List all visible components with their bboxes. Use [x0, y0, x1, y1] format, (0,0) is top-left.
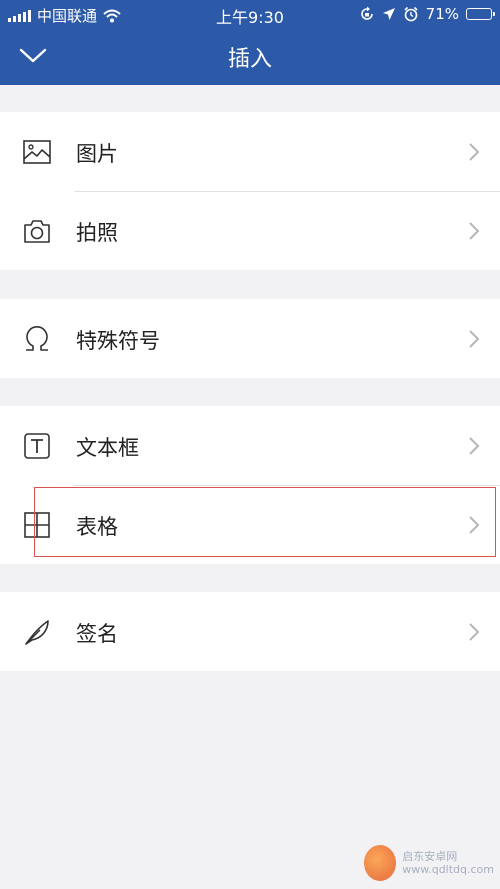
chevron-right-icon	[469, 222, 480, 240]
menu-group-symbols: 特殊符号	[0, 299, 500, 378]
watermark: 启东安卓网 www.qdltdq.com	[364, 841, 494, 885]
alarm-icon	[404, 6, 418, 22]
chevron-right-icon	[469, 516, 480, 534]
menu-group-media: 图片 拍照	[0, 112, 500, 270]
watermark-text: 启东安卓网 www.qdltdq.com	[402, 850, 494, 876]
chevron-down-icon	[19, 48, 47, 63]
menu-item-label: 图片	[76, 142, 118, 166]
menu-item-textbox[interactable]: 文本框	[0, 406, 500, 485]
table-icon	[24, 512, 50, 538]
collapse-button[interactable]	[16, 40, 50, 72]
rotation-lock-icon	[360, 6, 373, 20]
battery-percent: 71%	[425, 5, 459, 23]
menu-item-special-symbols[interactable]: 特殊符号	[0, 299, 500, 378]
omega-icon	[26, 326, 48, 351]
status-right: 71%	[359, 5, 495, 23]
watermark-url: www.qdltdq.com	[402, 863, 494, 876]
watermark-name: 启东安卓网	[402, 849, 458, 863]
feather-pen-icon	[25, 620, 49, 645]
status-bar: 中国联通 上午9:30 71%	[0, 0, 500, 28]
menu-item-label: 签名	[76, 622, 118, 646]
menu-group-signature: 签名	[0, 592, 500, 671]
menu-item-label: 文本框	[76, 436, 139, 460]
chevron-right-icon	[469, 330, 480, 348]
watermark-logo-icon	[364, 845, 397, 881]
menu-item-label: 拍照	[76, 221, 118, 245]
chevron-right-icon	[469, 143, 480, 161]
location-icon	[382, 8, 395, 20]
image-icon	[23, 140, 51, 164]
menu-item-label: 特殊符号	[76, 329, 160, 353]
menu-group-objects: 文本框 表格	[0, 406, 500, 564]
textbox-icon	[24, 433, 50, 459]
menu-item-image[interactable]: 图片	[0, 112, 500, 191]
menu-item-label: 表格	[76, 515, 118, 539]
camera-icon	[24, 220, 50, 243]
nav-bar: 插入	[0, 28, 500, 85]
menu-item-table[interactable]: 表格	[0, 485, 500, 564]
battery-icon	[466, 8, 495, 20]
menu-item-signature[interactable]: 签名	[0, 592, 500, 671]
menu-item-camera[interactable]: 拍照	[0, 191, 500, 270]
chevron-right-icon	[469, 437, 480, 455]
page-title: 插入	[227, 47, 272, 72]
chevron-right-icon	[469, 623, 480, 641]
